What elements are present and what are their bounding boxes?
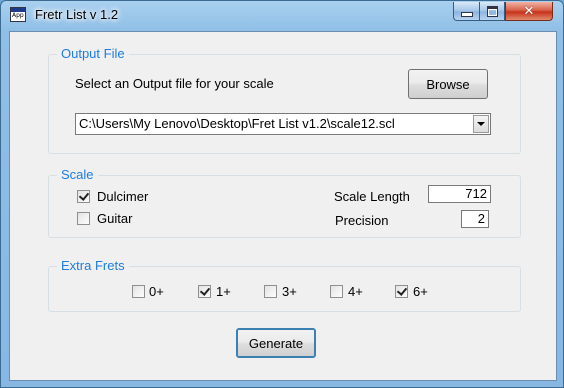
output-file-legend: Output File <box>57 46 129 62</box>
fret-3-label[interactable]: 3+ <box>282 284 297 299</box>
extra-frets-group: Extra Frets 0+ 1+ 3+ 4+ 6+ <box>48 258 521 312</box>
fret-0-label[interactable]: 0+ <box>149 284 164 299</box>
guitar-checkbox[interactable] <box>77 212 90 225</box>
close-icon: ✕ <box>523 3 535 19</box>
checkmark-icon <box>199 285 211 296</box>
window-title: Fretr List v 1.2 <box>35 7 119 22</box>
checkmark-icon <box>78 190 90 201</box>
app-icon-text: App <box>12 12 24 19</box>
app-window: App Fretr List v 1.2 ✕ Output File Selec… <box>0 0 564 388</box>
output-file-group: Output File Select an Output file for yo… <box>48 46 521 154</box>
fret-0-checkbox[interactable] <box>132 285 145 298</box>
app-icon[interactable]: App <box>10 7 26 22</box>
dulcimer-label[interactable]: Dulcimer <box>97 189 148 204</box>
scale-length-input[interactable]: 712 <box>428 185 491 203</box>
dropdown-button[interactable] <box>473 115 489 133</box>
extra-frets-legend: Extra Frets <box>57 258 129 274</box>
maximize-button[interactable] <box>479 2 505 21</box>
output-path-value: C:\Users\My Lenovo\Desktop\Fret List v1.… <box>79 116 395 131</box>
fret-6-label[interactable]: 6+ <box>413 284 428 299</box>
scale-length-label: Scale Length <box>334 189 410 204</box>
precision-input[interactable]: 2 <box>461 210 489 228</box>
fret-1-label[interactable]: 1+ <box>216 284 231 299</box>
checkmark-icon <box>396 285 408 296</box>
maximize-icon <box>486 5 498 17</box>
output-file-prompt: Select an Output file for your scale <box>75 76 274 91</box>
guitar-label[interactable]: Guitar <box>97 211 132 226</box>
scale-legend: Scale <box>57 167 98 183</box>
fret-6-checkbox[interactable] <box>395 285 408 298</box>
output-path-combobox[interactable]: C:\Users\My Lenovo\Desktop\Fret List v1.… <box>75 113 491 135</box>
precision-label: Precision <box>335 213 389 228</box>
fret-4-checkbox[interactable] <box>330 285 343 298</box>
generate-button[interactable]: Generate <box>236 328 316 358</box>
dulcimer-checkbox[interactable] <box>77 190 90 203</box>
close-button[interactable]: ✕ <box>505 2 553 21</box>
scale-group: Scale Dulcimer Guitar Scale Length 712 P… <box>48 167 521 238</box>
fret-4-label[interactable]: 4+ <box>348 284 363 299</box>
chevron-down-icon <box>477 122 485 126</box>
browse-button[interactable]: Browse <box>408 69 488 99</box>
fret-1-checkbox[interactable] <box>198 285 211 298</box>
dialog-body: Output File Select an Output file for yo… <box>9 31 557 381</box>
minimize-button[interactable] <box>453 2 480 21</box>
fret-3-checkbox[interactable] <box>264 285 277 298</box>
title-bar[interactable]: App Fretr List v 1.2 ✕ <box>1 1 563 31</box>
minimize-icon <box>460 12 473 17</box>
